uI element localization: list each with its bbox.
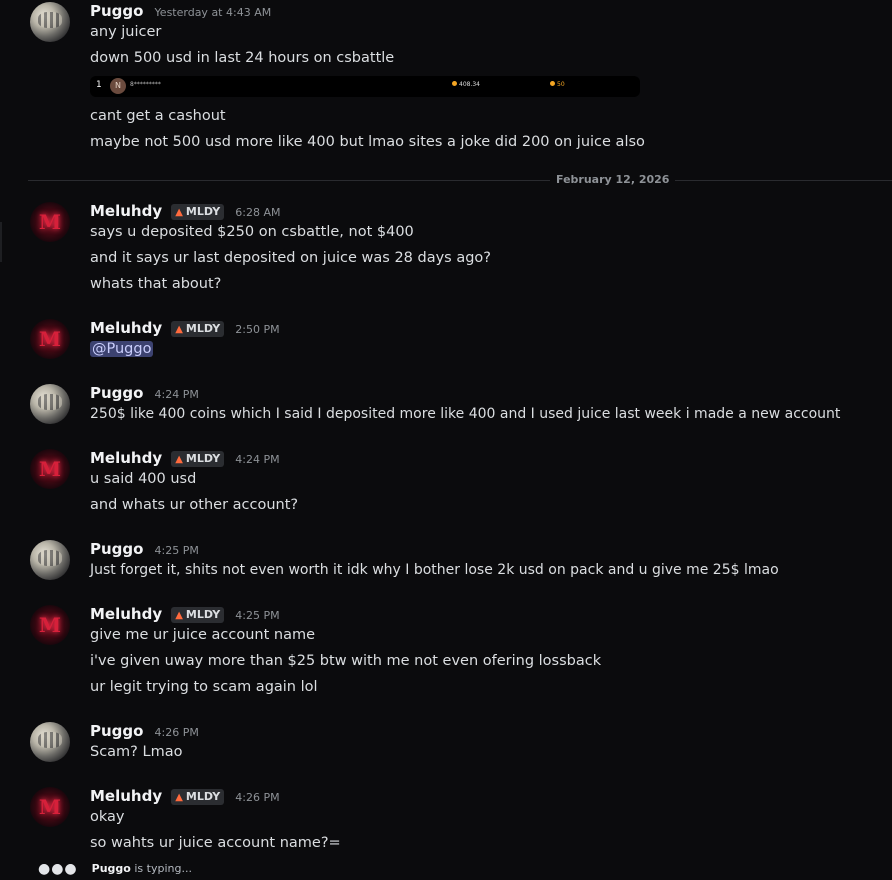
message-group: Meluhdy ▲MLDY 2:50 PM @Puggo xyxy=(0,317,892,367)
avatar[interactable] xyxy=(30,202,70,242)
message-text: and whats ur other account? xyxy=(90,497,299,513)
author-name[interactable]: Meluhdy xyxy=(90,605,162,623)
message-group: Puggo 4:25 PM Just forget it, shits not … xyxy=(0,538,892,588)
message-group: Meluhdy ▲MLDY 4:26 PM okay so wahts ur j… xyxy=(0,785,892,860)
message-text: Just forget it, shits not even worth it … xyxy=(90,562,779,578)
fire-icon: ▲ xyxy=(175,610,183,621)
message-text: whats that about? xyxy=(90,276,222,292)
message-text: @Puggo xyxy=(90,338,154,360)
author-name[interactable]: Puggo xyxy=(90,384,143,402)
avatar[interactable] xyxy=(30,722,70,762)
message-group: Puggo 4:26 PM Scam? Lmao xyxy=(0,720,892,770)
clan-tag[interactable]: ▲ MLDY xyxy=(171,321,225,337)
author-name[interactable]: Meluhdy xyxy=(90,319,162,337)
message-text: 250$ like 400 coins which I said I depos… xyxy=(90,406,841,422)
message-group: Puggo 4:24 PM 250$ like 400 coins which … xyxy=(0,382,892,432)
clan-tag[interactable]: ▲ MLDY xyxy=(171,607,225,623)
timestamp: 4:26 PM xyxy=(235,791,280,804)
avatar[interactable] xyxy=(30,449,70,489)
message-text: Scam? Lmao xyxy=(90,744,183,760)
typing-text: is typing... xyxy=(134,862,192,875)
message-group: Meluhdy ▲MLDY 6:28 AM says u deposited $… xyxy=(0,200,892,300)
message-text: down 500 usd in last 24 hours on csbattl… xyxy=(90,50,395,66)
message-group: Meluhdy ▲MLDY 4:25 PM give me ur juice a… xyxy=(0,603,892,703)
timestamp: 4:25 PM xyxy=(235,609,280,622)
fire-icon: ▲ xyxy=(175,324,183,335)
message-text: u said 400 usd xyxy=(90,471,197,487)
avatar[interactable] xyxy=(30,540,70,580)
fire-icon: ▲ xyxy=(175,207,183,218)
typing-user: Puggo xyxy=(91,862,131,875)
author-name[interactable]: Meluhdy xyxy=(90,202,162,220)
author-name[interactable]: Puggo xyxy=(90,540,143,558)
avatar[interactable] xyxy=(30,384,70,424)
clan-tag[interactable]: ▲ MLDY xyxy=(171,204,225,220)
embed-rank: 1 xyxy=(96,80,102,90)
date-divider xyxy=(28,180,892,181)
embed-username: 8********* xyxy=(130,81,161,88)
coin-icon xyxy=(452,81,457,86)
fire-icon: ▲ xyxy=(175,454,183,465)
typing-indicator: ●●● Puggo is typing... xyxy=(38,860,192,878)
timestamp: Yesterday at 4:43 AM xyxy=(154,6,272,19)
author-name[interactable]: Puggo xyxy=(90,2,143,20)
message-text: i've given uway more than $25 btw with m… xyxy=(90,653,602,669)
timestamp: 4:25 PM xyxy=(154,544,199,557)
message-text: cant get a cashout xyxy=(90,108,226,124)
message-group: Meluhdy ▲MLDY 4:24 PM u said 400 usd and… xyxy=(0,447,892,522)
timestamp: 2:50 PM xyxy=(235,323,280,336)
message-text: okay xyxy=(90,809,125,825)
avatar[interactable] xyxy=(30,319,70,359)
fire-icon: ▲ xyxy=(175,792,183,803)
image-embed[interactable]: 1 N 8********* 408.34 50 xyxy=(90,76,640,97)
timestamp: 6:28 AM xyxy=(235,206,281,219)
author-name[interactable]: Meluhdy xyxy=(90,787,162,805)
timestamp: 4:24 PM xyxy=(154,388,199,401)
message-text: so wahts ur juice account name?= xyxy=(90,835,341,851)
embed-bet: 50 xyxy=(550,81,565,88)
timestamp: 4:24 PM xyxy=(235,453,280,466)
message-group: Puggo Yesterday at 4:43 AM any juicer do… xyxy=(0,0,892,160)
avatar[interactable] xyxy=(30,787,70,827)
embed-avatar: N xyxy=(110,78,126,94)
avatar[interactable] xyxy=(30,605,70,645)
user-mention[interactable]: @Puggo xyxy=(90,341,154,357)
author-name[interactable]: Meluhdy xyxy=(90,449,162,467)
message-text: maybe not 500 usd more like 400 but lmao… xyxy=(90,134,645,150)
message-text: any juicer xyxy=(90,24,162,40)
message-text: and it says ur last deposited on juice w… xyxy=(90,250,492,266)
embed-amount: 408.34 xyxy=(452,81,480,88)
message-text: says u deposited $250 on csbattle, not $… xyxy=(90,224,414,240)
typing-dots-icon: ●●● xyxy=(38,861,78,877)
clan-tag[interactable]: ▲ MLDY xyxy=(171,451,225,467)
clan-tag[interactable]: ▲ MLDY xyxy=(171,789,225,805)
author-name[interactable]: Puggo xyxy=(90,722,143,740)
avatar[interactable] xyxy=(30,2,70,42)
timestamp: 4:26 PM xyxy=(154,726,199,739)
message-text: ur legit trying to scam again lol xyxy=(90,679,318,695)
coin-icon xyxy=(550,81,555,86)
message-text: give me ur juice account name xyxy=(90,627,316,643)
date-divider-label: February 12, 2026 xyxy=(550,172,676,188)
